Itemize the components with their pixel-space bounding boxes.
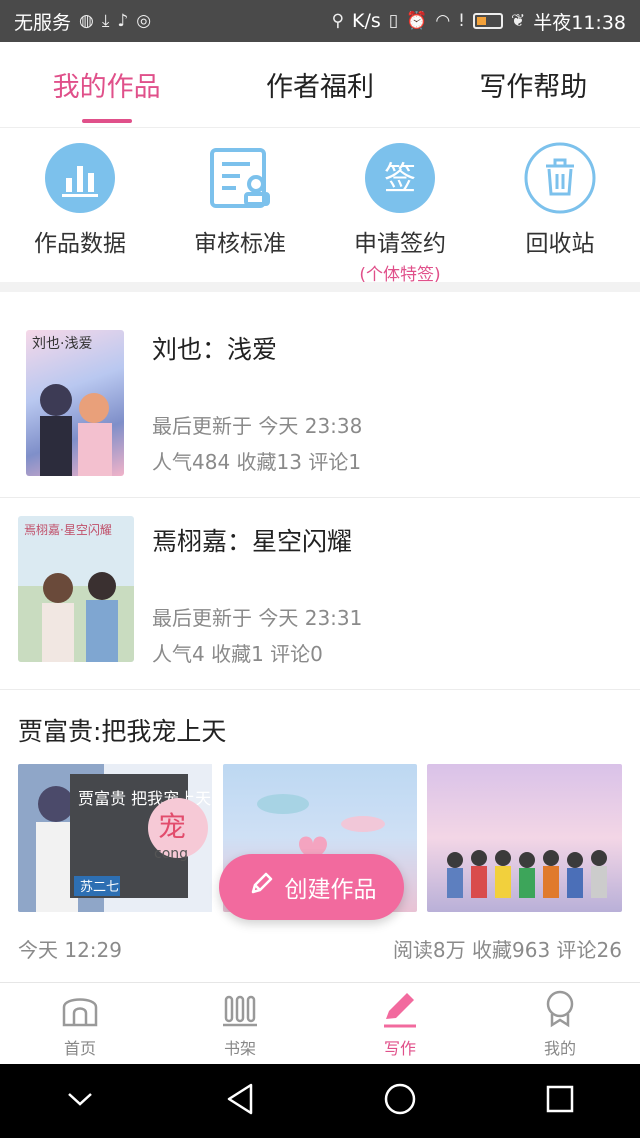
work-title: 刘也：浅爱 [152, 335, 278, 364]
location-icon: ⚲ [331, 11, 345, 31]
collapse-nav-button[interactable] [50, 1071, 110, 1131]
recycle-bin-label: 回收站 [525, 231, 595, 257]
featured-work-title[interactable]: 贾富贵:把我宠上天 [18, 712, 226, 748]
sign-contract-icon: 签 [364, 142, 436, 214]
leaf-icon: ❦ [510, 11, 526, 31]
bookshelf-icon [220, 989, 260, 1033]
review-standard-label: 审核标准 [194, 231, 286, 257]
quick-actions: 作品数据 审核标准 签 申请签约 (个体特签) 回收站 [0, 128, 640, 285]
works-data-button[interactable]: 作品数据 [0, 128, 160, 282]
featured-date: 今天 12:29 [18, 938, 122, 962]
featured-stats: 阅读8万 收藏963 评论26 [392, 938, 622, 962]
create-work-button[interactable]: 创建作品 [219, 854, 404, 920]
thumb-author-text: 苏二七 [80, 879, 119, 895]
top-tabs: 我的作品 作者福利 写作帮助 [0, 42, 640, 128]
download-icon: ⤓ [101, 11, 110, 31]
nav-write-label: 写作 [383, 1038, 416, 1058]
sim-alert-icon: ! [458, 11, 465, 31]
featured-thumb [427, 764, 623, 912]
globe-icon: ◍ [79, 11, 94, 31]
work-stats: 人气484 收藏13 评论1 [152, 450, 362, 474]
nav-profile[interactable]: 我的 [480, 983, 640, 1064]
nav-write[interactable]: 写作 [320, 983, 480, 1064]
work-item[interactable]: 刘也·浅爱 刘也：浅爱 最后更新于 今天 23:38 人气484 收藏13 评论… [0, 292, 640, 498]
thumb-big-text: 宠 [158, 810, 186, 843]
recycle-bin-button[interactable]: 回收站 [480, 128, 640, 282]
nav-home-label: 首页 [63, 1038, 96, 1058]
work-title: 焉栩嘉：星空闪耀 [152, 527, 353, 556]
nav-bookshelf-label: 书架 [223, 1038, 256, 1058]
cover-text: 刘也·浅爱 [32, 336, 92, 352]
review-standard-icon [204, 142, 276, 214]
sign-contract-label: 申请签约 [354, 231, 446, 257]
nav-bookshelf[interactable]: 书架 [160, 983, 320, 1064]
back-triangle-icon [225, 1082, 255, 1120]
nav-profile-label: 我的 [543, 1038, 576, 1058]
wechat-icon: ◎ [136, 11, 152, 31]
featured-thumb: 贾富贵 把我宠上天 苏二七 宠 cong [18, 764, 213, 912]
wifi-icon: ◠ [435, 11, 451, 31]
pencil-icon [247, 870, 275, 904]
review-standard-button[interactable]: 审核标准 [160, 128, 320, 282]
tab-author-benefits[interactable]: 作者福利 [213, 42, 426, 127]
pen-icon [380, 989, 420, 1033]
vibrate-icon: ▯ [388, 11, 399, 31]
profile-icon [540, 989, 580, 1033]
work-updated: 最后更新于 今天 23:31 [152, 606, 363, 630]
carrier-text: 无服务 [14, 11, 72, 34]
thumb-small-text: cong [154, 846, 188, 862]
work-cover: 刘也·浅爱 [26, 330, 124, 476]
work-item[interactable]: 焉栩嘉·星空闪耀 焉栩嘉：星空闪耀 最后更新于 今天 23:31 人气4 收藏1… [0, 498, 640, 690]
svg-text:签: 签 [384, 159, 416, 197]
back-button[interactable] [210, 1071, 270, 1131]
status-bar: 无服务 ◍ ⤓ ♪ ◎ ⚲ K/s ▯ ⏰ ◠ ! ❦ 半夜11:38 [0, 0, 640, 42]
network-speed: K/s [352, 10, 381, 32]
chevron-down-icon [65, 1089, 95, 1113]
tiktok-icon: ♪ [117, 11, 129, 31]
work-updated: 最后更新于 今天 23:38 [152, 414, 363, 438]
system-nav-bar [0, 1064, 640, 1138]
trash-icon [524, 142, 596, 214]
clock-text: 半夜11:38 [533, 11, 626, 34]
home-button[interactable] [370, 1071, 430, 1131]
tab-my-works[interactable]: 我的作品 [0, 42, 213, 127]
nav-home[interactable]: 首页 [0, 983, 160, 1064]
bottom-nav: 首页 书架 写作 我的 [0, 982, 640, 1064]
recents-square-icon [545, 1084, 575, 1118]
home-icon [60, 989, 100, 1033]
alarm-icon: ⏰ [406, 11, 428, 31]
work-stats: 人气4 收藏1 评论0 [152, 642, 323, 666]
tab-writing-help[interactable]: 写作帮助 [427, 42, 640, 127]
app-screen: 无服务 ◍ ⤓ ♪ ◎ ⚲ K/s ▯ ⏰ ◠ ! ❦ 半夜11:38 我的作品… [0, 0, 640, 1138]
works-data-label: 作品数据 [34, 231, 126, 257]
status-right: ⚲ K/s ▯ ⏰ ◠ ! ❦ 半夜11:38 [332, 8, 626, 35]
cover-text: 焉栩嘉·星空闪耀 [24, 522, 112, 537]
status-left: 无服务 ◍ ⤓ ♪ ◎ [14, 8, 151, 35]
battery-icon [472, 13, 503, 29]
home-circle-icon [383, 1082, 417, 1120]
sign-contract-button[interactable]: 签 申请签约 (个体特签) [320, 128, 480, 285]
create-work-label: 创建作品 [284, 877, 377, 903]
section-divider [0, 282, 640, 292]
recents-button[interactable] [530, 1071, 590, 1131]
work-cover: 焉栩嘉·星空闪耀 [18, 516, 134, 662]
bar-chart-icon [44, 142, 116, 214]
